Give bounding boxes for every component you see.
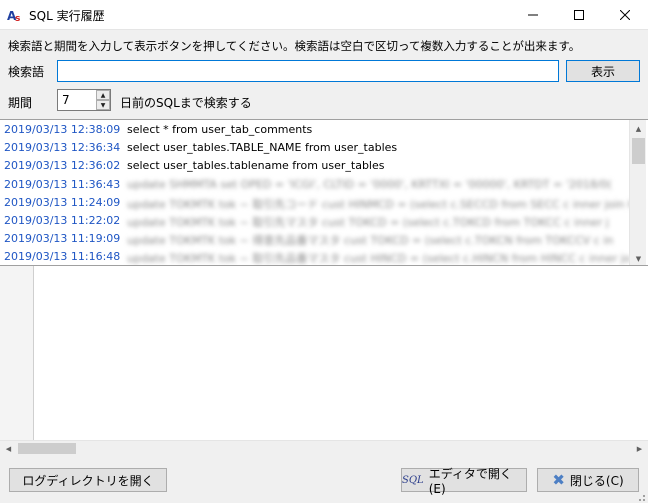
history-row-sql: update SHMMTA set OPED = 'ICGI', CLTID =… (127, 177, 612, 191)
history-row[interactable]: 2019/03/13 11:16:48 update TOKMTK tok ~ 取… (0, 248, 631, 266)
history-row[interactable]: 2019/03/13 12:36:34 select user_tables.TA… (0, 139, 630, 157)
close-icon (620, 10, 630, 20)
history-row-timestamp: 2019/03/13 12:36:34 (4, 141, 121, 155)
minimize-button[interactable] (510, 0, 556, 30)
scroll-right-icon[interactable]: ▶ (631, 441, 648, 457)
period-spinbox[interactable]: 7 ▲ ▼ (57, 89, 111, 111)
editor-horizontal-scrollbar[interactable]: ◀ ▶ (0, 440, 648, 456)
show-button[interactable]: 表示 (566, 60, 640, 82)
arrow-up-icon: ▲ (100, 91, 106, 99)
open-in-editor-label: エディタで開く(E) (428, 466, 512, 496)
history-row[interactable]: 2019/03/13 11:19:09 update TOKMTK tok ~ 得… (0, 230, 630, 248)
app-logo-icon: A s (7, 9, 20, 23)
history-row-sql: select user_tables.tablename from user_t… (127, 159, 385, 173)
resize-grip-icon[interactable] (634, 490, 646, 502)
maximize-icon (574, 10, 584, 20)
history-row-timestamp: 2019/03/13 11:19:09 (4, 232, 121, 246)
close-window-button[interactable] (602, 0, 648, 30)
spin-down-button[interactable]: ▼ (96, 100, 110, 110)
open-log-directory-label: ログディレクトリを開く (22, 473, 154, 488)
history-row[interactable]: 2019/03/13 11:36:43 update SHMMTA set OPE… (0, 176, 630, 194)
history-row[interactable]: 2019/03/13 11:24:09 update TOKMTK tok ~ 取… (0, 194, 643, 212)
scroll-thumb[interactable] (632, 138, 645, 164)
open-log-directory-button[interactable]: ログディレクトリを開く (9, 468, 167, 492)
history-row-timestamp: 2019/03/13 11:16:48 (4, 250, 121, 264)
scroll-up-icon[interactable]: ▲ (630, 120, 647, 137)
history-row-timestamp: 2019/03/13 11:36:43 (4, 177, 121, 191)
history-row[interactable]: 2019/03/13 12:36:02 select user_tables.ta… (0, 157, 630, 175)
history-row-sql: update TOKMTK tok ~ 取引先マスタ cust TOKCD = … (127, 216, 609, 229)
period-suffix: 日前のSQLまで検索する (120, 96, 252, 110)
history-row-timestamp: 2019/03/13 12:38:09 (4, 123, 121, 136)
scroll-down-icon[interactable]: ▼ (630, 250, 647, 265)
history-row[interactable]: 2019/03/13 11:22:02 update TOKMTK tok ~ 取… (0, 212, 630, 230)
search-label: 検索語 (8, 65, 45, 79)
show-button-label: 表示 (590, 64, 615, 79)
close-button-label: 閉じる(C) (569, 473, 624, 488)
history-vertical-scrollbar[interactable]: ▲ ▼ (629, 120, 647, 265)
scroll-left-icon[interactable]: ◀ (0, 441, 17, 457)
horizontal-scroll-thumb[interactable] (18, 443, 76, 454)
search-input[interactable] (57, 60, 559, 82)
history-row-sql: select user_tables.TABLE_NAME from user_… (127, 141, 398, 155)
minimize-icon (528, 14, 538, 16)
svg-text:s: s (15, 14, 20, 23)
sql-preview-editor[interactable]: ◀ ▶ (0, 266, 648, 456)
history-row-timestamp: 2019/03/13 11:24:09 (4, 195, 121, 209)
close-x-icon: ✖ (552, 470, 565, 489)
open-in-editor-button[interactable]: SQL エディタで開く(E) (401, 467, 527, 496)
period-value: 7 (62, 93, 70, 107)
title-bar: A s SQL 実行履歴 (0, 0, 648, 30)
history-list[interactable]: 2019/03/13 12:38:09 select * from user_ta… (0, 119, 648, 266)
history-row-sql: update TOKMTK tok ~ 得意先品番マスタ cust TOKCD … (127, 234, 614, 248)
sql-editor-icon: SQL (402, 474, 424, 486)
history-row-sql: select * from user_tab_comments (127, 123, 313, 136)
history-row-sql: update TOKMTK tok ~ 取引先品番マスタ cust HINCD … (127, 252, 631, 266)
window-title: SQL 実行履歴 (29, 9, 105, 23)
history-row-timestamp: 2019/03/13 12:36:02 (4, 159, 121, 173)
maximize-button[interactable] (556, 0, 602, 30)
history-row[interactable]: 2019/03/13 12:38:09 select * from user_ta… (0, 121, 630, 139)
instruction-text: 検索語と期間を入力して表示ボタンを押してください。検索語は空白で区切って複数入力… (8, 39, 581, 53)
close-button[interactable]: ✖ 閉じる(C) (537, 468, 639, 492)
arrow-down-icon: ▼ (100, 101, 106, 109)
spin-up-button[interactable]: ▲ (96, 90, 110, 100)
history-row-timestamp: 2019/03/13 11:22:02 (4, 214, 121, 227)
history-row-sql: update TOKMTK tok ~ 取引先コード cust HINMCD =… (127, 197, 643, 211)
period-label: 期間 (8, 96, 33, 110)
line-number-gutter (0, 266, 34, 440)
